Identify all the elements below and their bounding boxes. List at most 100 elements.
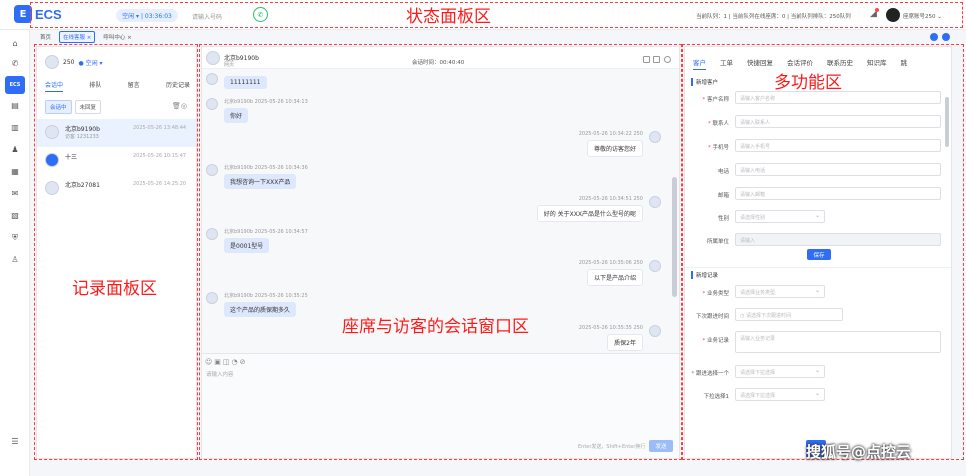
subtab-in-session[interactable]: 会话中: [45, 100, 72, 114]
menu-toggle-icon[interactable]: ☰: [9, 436, 21, 448]
list-item[interactable]: 十三 2025-05-26 10:15:47: [37, 147, 196, 175]
message-text: 质保2年: [607, 334, 643, 351]
logo-text: ECS: [35, 6, 62, 22]
followup-select[interactable]: 请选择下拉选择: [735, 365, 825, 378]
shield-icon[interactable]: ⛨: [9, 232, 21, 244]
record-sub-tabs: 会话中 未回复: [45, 100, 102, 114]
session-duration: 会话时间：00:40:40: [412, 60, 465, 66]
phone-icon[interactable]: ✆: [9, 58, 21, 70]
list-item[interactable]: 北京b9190b 访客 1231233 2025-05-26 13:48:44: [37, 119, 196, 147]
business-type-select[interactable]: 请选择业务类型: [735, 285, 825, 298]
contact-person-field[interactable]: 请输入联系人: [735, 115, 941, 128]
document-icon[interactable]: ▦: [9, 166, 21, 178]
next-followup-time-picker[interactable]: ◷ 请选择下次跟进时间: [735, 308, 843, 321]
tab-history[interactable]: 历史记录: [166, 80, 190, 92]
list-icon[interactable]: ▤: [9, 100, 21, 112]
tab-home[interactable]: 首页: [36, 31, 55, 43]
tab-queue[interactable]: 排队: [89, 80, 101, 92]
trash-icon[interactable]: 🗑◎: [172, 102, 187, 110]
online-service-icon[interactable]: ECS: [5, 76, 25, 94]
message-meta: 2025-05-26 10:34:22 250: [578, 131, 643, 137]
tab-more[interactable]: 跳: [901, 57, 908, 70]
tab-call-center[interactable]: 呼叫中心 ×: [99, 31, 135, 43]
phone-call-icon[interactable]: ✆: [253, 7, 268, 22]
notification-bell-icon[interactable]: ◢: [870, 8, 879, 19]
section-new-record: 新增记录: [691, 271, 718, 279]
tab-ticket[interactable]: 工单: [720, 57, 733, 70]
home-icon[interactable]: ⌂: [9, 38, 21, 50]
agent-status-select[interactable]: ● 空闲 ▾: [78, 58, 102, 67]
list-item[interactable]: 北京b27081 2025-05-26 14:25:20: [37, 175, 196, 203]
field-label: 性别: [717, 216, 729, 222]
agent-avatar: [649, 196, 661, 208]
visitor-name: 北京b27081: [65, 182, 100, 189]
chart-icon[interactable]: ▥: [9, 122, 21, 134]
field-label: * 业务类型: [702, 291, 729, 297]
message-meta: 北京b9190b 2025-05-26 10:34:13: [224, 99, 308, 105]
tab-customer[interactable]: 客户: [693, 57, 706, 70]
tab-online-service[interactable]: 在线客服 ×: [59, 31, 96, 43]
end-session-icon[interactable]: [664, 56, 671, 63]
transfer-icon[interactable]: [643, 56, 650, 63]
visitor-avatar: [206, 98, 218, 110]
dropdown-select-1[interactable]: 请选择下拉选择: [735, 388, 825, 401]
agent-header: 250 ● 空闲 ▾: [45, 55, 103, 69]
agent-status-dropdown[interactable]: 空闲 ▾ | 03:36:03: [116, 9, 178, 22]
mail-icon[interactable]: ✉: [9, 188, 21, 200]
app-logo: E ECS: [14, 5, 62, 23]
message-input[interactable]: 请输入内容: [206, 370, 234, 378]
email-field[interactable]: 请输入邮箱: [735, 187, 941, 200]
emoji-icon[interactable]: ☺▣◫◔⊘: [205, 358, 248, 366]
phone-field[interactable]: 请输入电话: [735, 163, 941, 176]
fullscreen-icon[interactable]: [942, 33, 950, 41]
left-nav-sidebar: ⌂ ✆ ECS ▤ ▥ ♟ ▦ ✉ ▧ ⛨ ♙ ☰: [0, 30, 30, 476]
message-meta: 2025-05-26 10:35:35 250: [578, 325, 643, 331]
field-label: 下次跟进时间: [695, 314, 729, 320]
visitor-avatar: [206, 73, 218, 85]
chat-message: 2025-05-26 10:35:35 250 质保2年: [578, 325, 661, 351]
invite-icon[interactable]: [653, 56, 660, 63]
chat-header: 北京b9190b 网页 会话时间：00:40:40: [202, 47, 679, 69]
gender-select[interactable]: 请选择性别: [735, 210, 825, 223]
chat-message: 北京b9190b 2025-05-26 10:34:36 我想咨询一下XXX产品: [206, 164, 308, 189]
save-customer-button[interactable]: 保存: [807, 249, 831, 260]
message-text: 你好: [224, 108, 249, 123]
user-avatar[interactable]: [886, 8, 900, 22]
report-icon[interactable]: ▧: [9, 210, 21, 222]
message-meta: 2025-05-26 10:34:51 250: [578, 196, 643, 202]
tab-in-session[interactable]: 会话中: [45, 80, 64, 92]
field-label: * 客户名称: [702, 97, 729, 103]
visitor-avatar: [206, 228, 218, 240]
settings-icon[interactable]: [930, 33, 938, 41]
message-meta: 北京b9190b 2025-05-26 10:34:57: [224, 229, 308, 235]
field-label: * 业务记录: [702, 338, 729, 344]
visitor-time: 2025-05-26 10:15:47: [133, 153, 187, 159]
chat-scrollbar[interactable]: [672, 177, 677, 297]
tab-knowledge-base[interactable]: 知识库: [867, 57, 887, 70]
message-text: 这个产品的质保期多久: [224, 302, 297, 317]
field-label: * 手机号: [707, 145, 729, 151]
message-text: 以下是产品介绍: [586, 269, 643, 286]
mobile-field[interactable]: 请输入手机号: [735, 139, 941, 152]
logo-mark: E: [14, 5, 32, 23]
record-panel: 250 ● 空闲 ▾ 会话中 排队 留言 历史记录 会话中 未回复 🗑◎ 北京b…: [36, 46, 197, 459]
agent-name: 250: [63, 58, 75, 66]
business-record-textarea[interactable]: 请输入业务记录: [735, 331, 941, 353]
visitor-time: 2025-05-26 14:25:20: [133, 181, 187, 187]
page-tabs: 首页 在线客服 × 呼叫中心 ×: [36, 31, 136, 43]
visitor-avatar: [206, 164, 218, 176]
subtab-unreplied[interactable]: 未回复: [74, 100, 102, 114]
record-tabs: 会话中 排队 留言 历史记录: [45, 80, 190, 92]
send-button[interactable]: 发送: [649, 440, 673, 452]
dial-number-input[interactable]: 请输入号码: [192, 12, 222, 21]
person-icon[interactable]: ♙: [9, 254, 21, 266]
message-meta: 北京b9190b 2025-05-26 10:35:25: [224, 293, 308, 299]
users-icon[interactable]: ♟: [9, 144, 21, 156]
message-text: 是0001型号: [224, 238, 270, 253]
user-name-dropdown[interactable]: 座席账号250 ⌄: [903, 12, 942, 20]
field-label: 电话: [717, 169, 729, 175]
tab-messages[interactable]: 留言: [128, 80, 140, 92]
panel-scrollbar[interactable]: [945, 97, 949, 147]
chat-message: 2025-05-26 10:34:51 250 好的 关于XXX产品是什么型号的…: [536, 196, 661, 222]
tab-quick-reply[interactable]: 快捷回复: [747, 57, 773, 70]
